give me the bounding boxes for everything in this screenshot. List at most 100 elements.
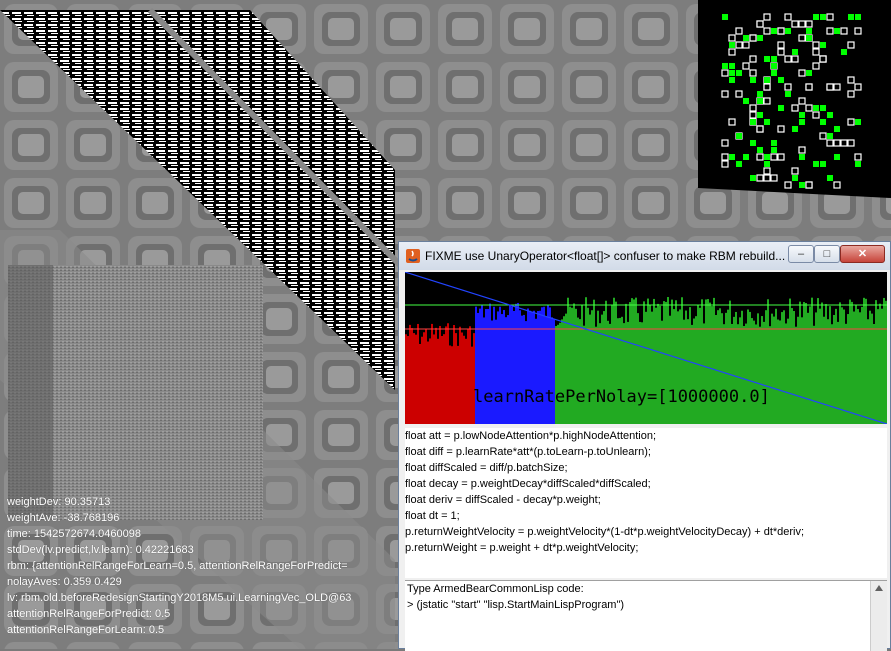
chart-bar xyxy=(867,319,869,424)
chart-bar xyxy=(787,318,789,424)
matrix-cell xyxy=(820,42,826,48)
chart-bar xyxy=(507,315,509,424)
chart-bar xyxy=(821,302,823,424)
chart-bar xyxy=(539,310,541,424)
weights-chart: learnRatePerNolay=[1000000.0] xyxy=(404,271,888,425)
matrix-cell xyxy=(728,118,736,126)
chart-bar xyxy=(537,311,539,424)
chart-bar xyxy=(817,298,819,424)
chart-bar xyxy=(777,319,779,424)
matrix-cell xyxy=(721,139,729,147)
chart-bar xyxy=(473,333,475,424)
matrix-cell xyxy=(735,90,743,98)
matrix-cell xyxy=(813,14,819,20)
matrix-cell xyxy=(834,126,840,132)
chart-bar xyxy=(461,332,463,424)
matrix-cell xyxy=(771,140,777,146)
chart-bar xyxy=(495,319,497,424)
lisp-console[interactable]: Type ArmedBearCommonLisp code: > (jstati… xyxy=(405,580,887,651)
code-line: float deriv = diffScaled - decay*p.weigh… xyxy=(405,494,601,506)
chart-bar xyxy=(559,322,561,424)
code-line: float dt = 1; xyxy=(405,510,460,522)
chart-bar xyxy=(429,338,431,424)
chart-bar xyxy=(623,323,625,424)
matrix-cell xyxy=(826,27,834,35)
chart-bar xyxy=(421,336,423,424)
matrix-cell xyxy=(764,154,770,160)
chart-bar xyxy=(791,308,793,424)
matrix-cell xyxy=(855,14,861,20)
chart-bar xyxy=(785,323,787,424)
chart-bar xyxy=(627,321,629,424)
chart-bar xyxy=(875,300,877,424)
matrix-cell xyxy=(784,181,792,189)
matrix-cell xyxy=(812,111,820,119)
chart-bar xyxy=(441,336,443,424)
chart-bar xyxy=(813,325,815,424)
matrix-cell xyxy=(826,83,834,91)
matrix-cell xyxy=(792,49,798,55)
matrix-cell xyxy=(729,63,735,69)
chart-bar xyxy=(869,310,871,424)
matrix-cell xyxy=(854,27,862,35)
matrix-cell xyxy=(721,69,729,77)
matrix-cell xyxy=(785,91,791,97)
chart-bar xyxy=(465,338,467,424)
chart-bar xyxy=(451,346,453,424)
code-editor[interactable]: float att = p.lowNodeAttention*p.highNod… xyxy=(405,428,887,578)
matrix-cell xyxy=(763,13,771,21)
chart-bar xyxy=(741,310,743,424)
chart-bar xyxy=(637,313,639,424)
console-scrollbar[interactable] xyxy=(870,581,887,651)
chart-bar xyxy=(725,312,727,424)
matrix-cell xyxy=(854,153,862,161)
chart-bar xyxy=(853,311,855,424)
matrix-cell xyxy=(757,91,763,97)
chart-bar xyxy=(417,323,419,424)
chart-label: learnRatePerNolay=[1000000.0] xyxy=(473,387,770,407)
chart-bar xyxy=(529,310,531,424)
matrix-cell xyxy=(841,49,847,55)
matrix-cell xyxy=(770,174,778,182)
close-button[interactable]: ✕ xyxy=(840,245,885,263)
chart-bar xyxy=(533,310,535,424)
matrix-cell xyxy=(819,55,827,63)
matrix-cell xyxy=(855,161,861,167)
matrix-cell xyxy=(840,139,848,147)
chart-bar xyxy=(769,326,771,424)
matrix-cell xyxy=(813,161,819,167)
matrix-cell xyxy=(771,28,777,34)
scroll-up-arrow-icon[interactable] xyxy=(875,585,883,591)
matrix-cell xyxy=(777,27,785,35)
matrix-cell xyxy=(806,70,812,76)
matrix-cell xyxy=(827,112,833,118)
matrix-cell xyxy=(756,20,764,28)
chart-bar xyxy=(763,321,765,424)
matrix-cell xyxy=(812,41,820,49)
chart-bar xyxy=(755,324,757,424)
matrix-cell xyxy=(764,119,770,125)
matrix-cell xyxy=(798,69,806,77)
overlay-line: weightAve: -38.768196 xyxy=(7,512,120,524)
matrix-cell xyxy=(749,69,757,77)
matrix-cell xyxy=(833,181,841,189)
matrix-cell xyxy=(764,77,770,83)
maximize-button[interactable]: □ xyxy=(814,245,840,263)
chart-bar xyxy=(419,343,421,424)
matrix-cell xyxy=(757,112,763,118)
matrix-cell xyxy=(722,14,728,20)
matrix-cell xyxy=(729,77,735,83)
chart-bar xyxy=(535,318,537,424)
matrix-cell xyxy=(743,98,749,104)
chart-bar xyxy=(799,301,801,424)
matrix-cell xyxy=(749,55,757,63)
chart-bar xyxy=(693,318,695,424)
minimize-button[interactable]: – xyxy=(788,245,814,263)
matrix-cell xyxy=(777,125,785,133)
matrix-cell xyxy=(757,35,763,41)
matrix-cell xyxy=(791,104,799,112)
chart-bar xyxy=(621,316,623,424)
title-bar[interactable]: FIXME use UnaryOperator<float[]> confuse… xyxy=(399,242,890,270)
chart-bar xyxy=(851,301,853,424)
matrix-cell xyxy=(820,161,826,167)
